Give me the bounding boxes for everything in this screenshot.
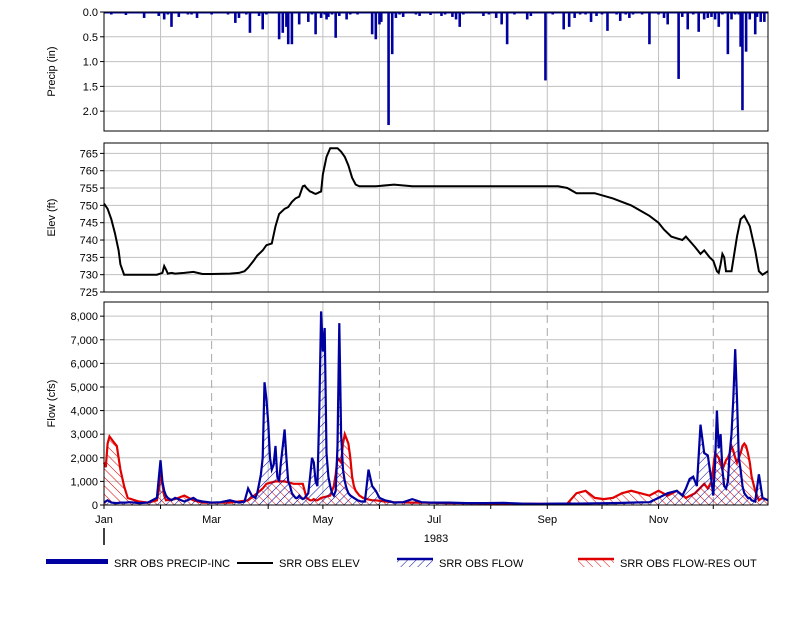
x-tick-label: Nov xyxy=(649,514,669,526)
precip-bar xyxy=(234,12,237,23)
x-axis-year-label: 1983 xyxy=(424,533,448,545)
precip-bar xyxy=(387,12,390,126)
precip-panel: 0.0 0.5 1.0 1.5 2.0 Precip (in) xyxy=(46,7,769,132)
precip-bar xyxy=(248,12,252,33)
y-tick-label: 6,000 xyxy=(70,358,98,370)
x-tick-label: Jan xyxy=(95,514,113,526)
y-axis-title: Precip (in) xyxy=(46,46,58,96)
plot-background xyxy=(104,302,768,505)
y-tick-label: 1.0 xyxy=(83,57,98,69)
precip-bar xyxy=(741,12,744,111)
legend-label: SRR OBS FLOW-RES OUT xyxy=(620,558,757,570)
y-tick-label: 760 xyxy=(80,166,98,178)
precip-bar xyxy=(726,12,730,55)
elevation-panel: 725 730 735 740 745 750 755 760 765 Elev (ft) xyxy=(46,142,769,299)
y-tick-label: 7,000 xyxy=(70,335,98,347)
precip-bar xyxy=(567,12,571,27)
y-tick-label: 0 xyxy=(92,500,98,512)
precip-bar xyxy=(606,12,609,31)
y-tick-label: 2.0 xyxy=(83,106,98,118)
precip-bar xyxy=(500,12,503,25)
precip-bar xyxy=(374,12,378,40)
precip-bar xyxy=(277,12,281,40)
precip-bar xyxy=(744,12,748,52)
y-tick-label: 4,000 xyxy=(70,406,98,418)
x-tick-label: Sep xyxy=(537,514,557,526)
y-tick-label: 2,000 xyxy=(70,453,98,465)
precip-bar xyxy=(544,12,547,81)
precip-bar xyxy=(290,12,294,45)
y-tick-label: 735 xyxy=(80,252,98,264)
legend-label: SRR OBS PRECIP-INC xyxy=(114,558,230,570)
y-axis-title: Elev (ft) xyxy=(46,199,58,237)
precip-bar xyxy=(281,12,285,33)
y-tick-label: 5,000 xyxy=(70,382,98,394)
y-tick-label: 0.5 xyxy=(83,32,98,44)
flow-panel: 0 1,000 2,000 3,000 4,000 5,000 6,000 7,000 8,00… xyxy=(46,301,769,512)
plot-background xyxy=(104,143,768,292)
precip-bar xyxy=(562,12,565,30)
precip-bar xyxy=(717,12,721,27)
precip-bar xyxy=(458,12,462,27)
legend-swatch-precip xyxy=(46,559,108,564)
precip-bar xyxy=(334,12,337,38)
x-tick-label: Mar xyxy=(202,514,221,526)
y-tick-label: 0.0 xyxy=(83,7,98,19)
precip-bar xyxy=(505,12,509,45)
y-tick-label: 745 xyxy=(80,218,98,230)
y-tick-label: 765 xyxy=(80,148,98,160)
precip-bar xyxy=(686,12,690,30)
precip-bar xyxy=(370,12,374,35)
precip-bar xyxy=(677,12,680,79)
y-tick-label: 725 xyxy=(80,287,98,299)
precip-bar xyxy=(297,12,301,25)
y-tick-label: 750 xyxy=(80,200,98,212)
y-tick-label: 755 xyxy=(80,183,98,195)
precip-bar xyxy=(697,12,700,32)
time-axis: Jan Mar May Jul Sep Nov 1983 xyxy=(95,505,714,545)
plot-background xyxy=(104,12,768,131)
precip-bar xyxy=(648,12,651,45)
hydrograph-figure: 0.00.51.01.52.0Precip (in) 7257307357407… xyxy=(46,7,769,570)
y-tick-label: 730 xyxy=(80,270,98,282)
precip-bar xyxy=(261,12,265,30)
x-tick-label: May xyxy=(313,514,334,526)
precip-bar xyxy=(314,12,317,35)
precip-bar xyxy=(666,12,669,25)
y-tick-label: 740 xyxy=(80,235,98,247)
precip-bar xyxy=(390,12,394,55)
y-tick-label: 3,000 xyxy=(70,429,98,441)
precip-bar xyxy=(286,12,290,45)
legend: SRR OBS PRECIP-INC SRR OBS ELEV SRR OBS FL… xyxy=(46,557,757,570)
y-tick-label: 1.5 xyxy=(83,81,98,93)
legend-label: SRR OBS ELEV xyxy=(279,558,360,570)
y-axis-title: Flow (cfs) xyxy=(46,380,58,428)
y-tick-label: 1,000 xyxy=(70,476,98,488)
x-tick-label: Jul xyxy=(427,514,441,526)
y-tick-label: 8,000 xyxy=(70,311,98,323)
legend-label: SRR OBS FLOW xyxy=(439,558,524,570)
precip-bar xyxy=(170,12,173,27)
